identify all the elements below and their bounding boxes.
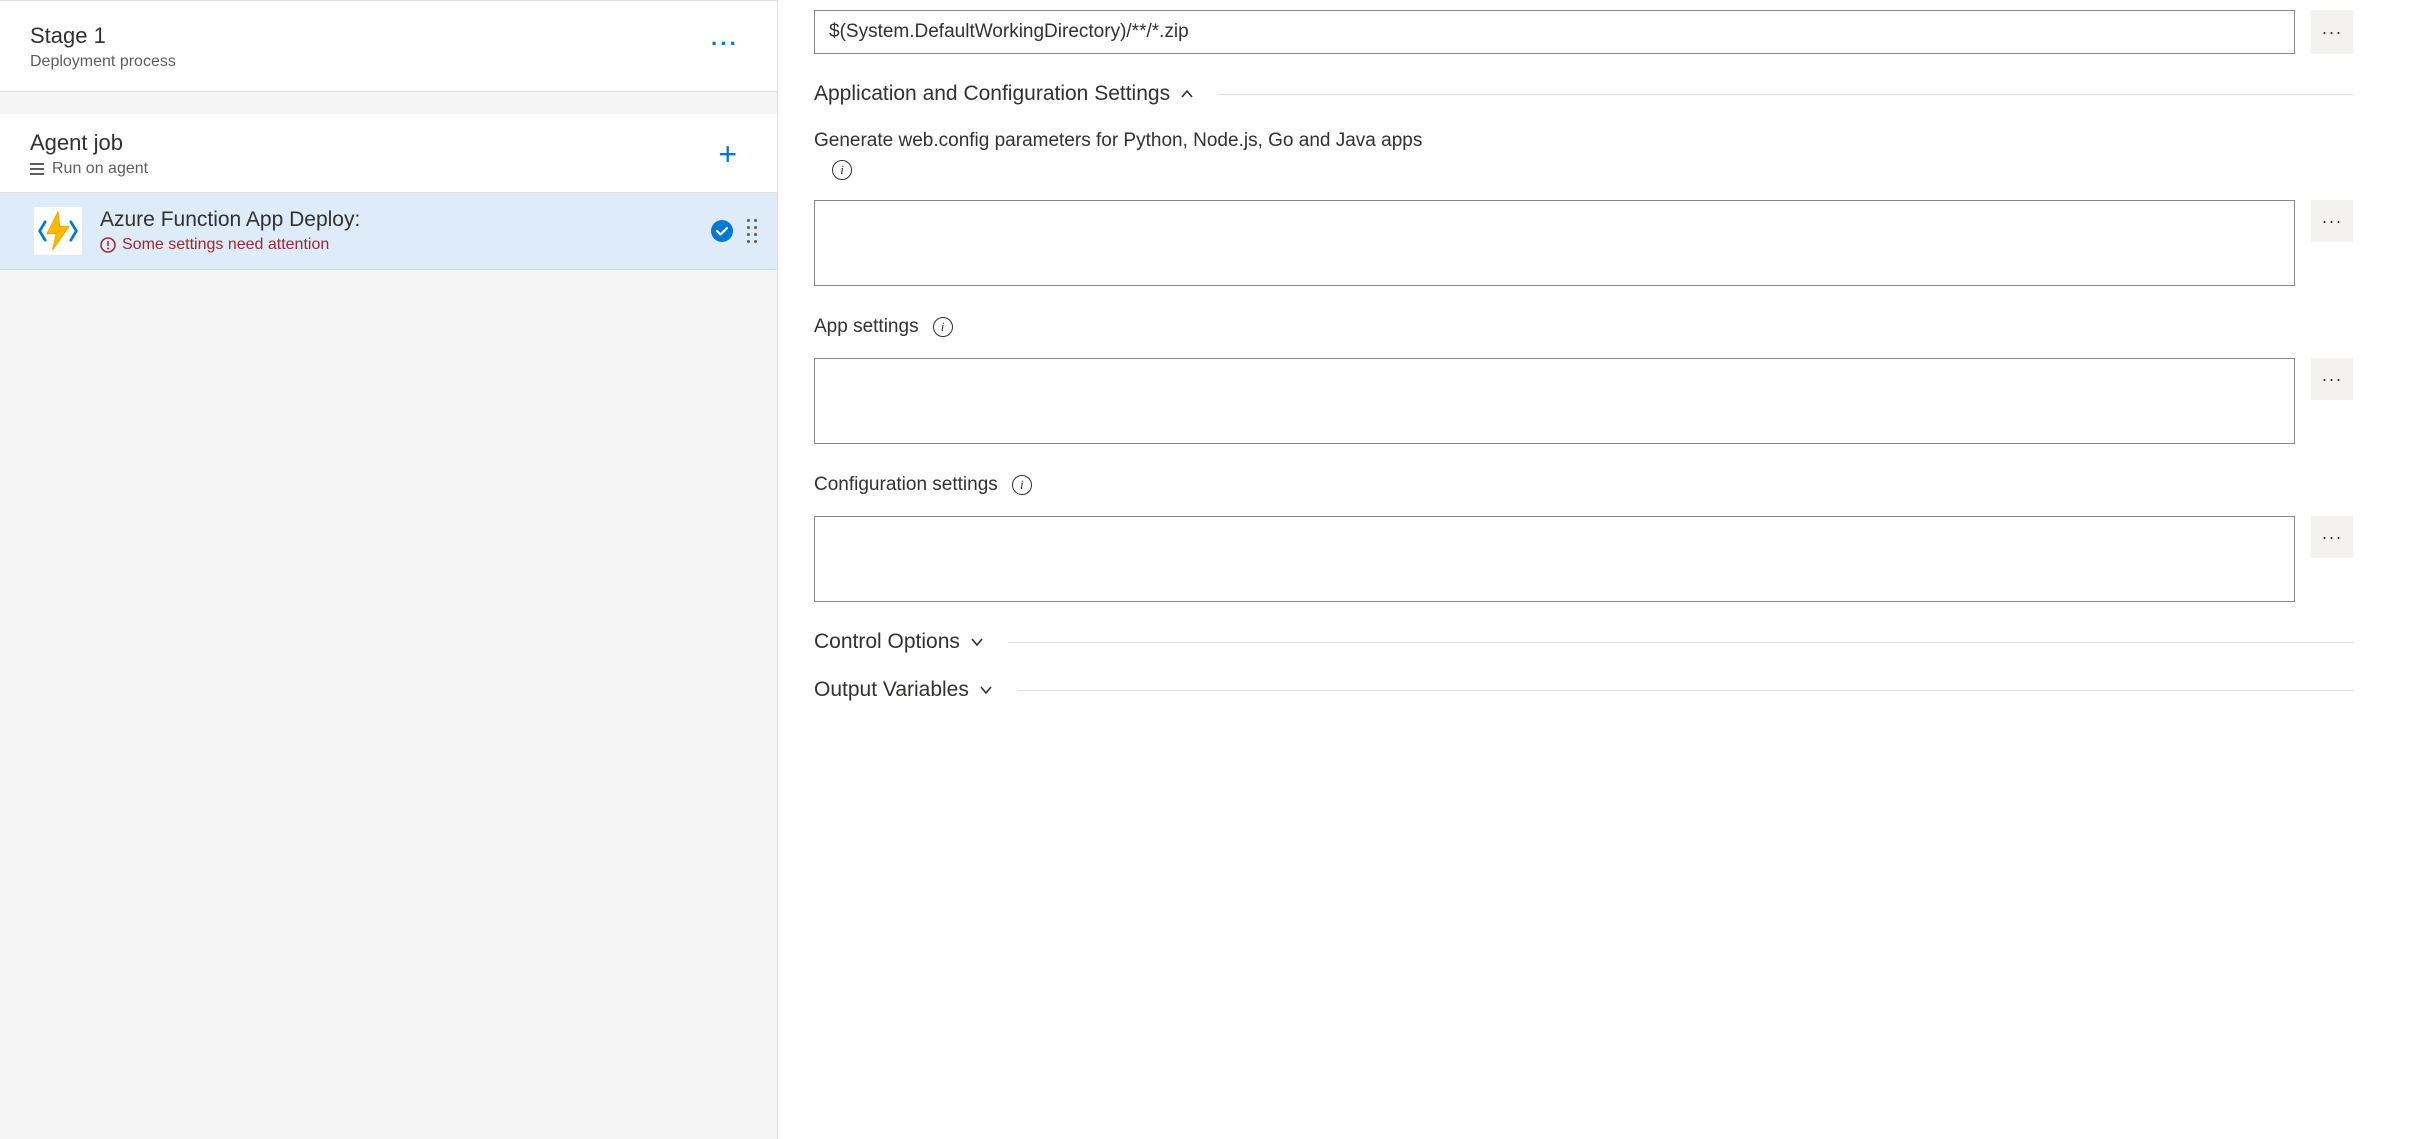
section-output-variables[interactable]: Output Variables (814, 678, 2353, 702)
browse-package-button[interactable]: ··· (2311, 10, 2353, 54)
webconfig-edit-button[interactable]: ··· (2311, 200, 2353, 242)
warning-icon (100, 237, 116, 253)
info-icon[interactable]: i (1012, 475, 1032, 495)
section-control-options-title: Control Options (814, 630, 960, 654)
section-divider (1218, 94, 2353, 95)
chevron-down-icon (970, 635, 984, 649)
configsettings-label-row: Configuration settings i (814, 474, 2353, 496)
job-title: Agent job (30, 130, 148, 156)
left-panel: Stage 1 Deployment process ··· Agent job… (0, 0, 778, 1139)
webconfig-input[interactable] (814, 200, 2295, 286)
stage-info: Stage 1 Deployment process (30, 23, 176, 71)
appsettings-edit-button[interactable]: ··· (2311, 358, 2353, 400)
section-control-options[interactable]: Control Options (814, 630, 2353, 654)
configsettings-row: ··· (814, 516, 2353, 602)
webconfig-label: Generate web.config parameters for Pytho… (814, 130, 2353, 152)
azure-function-icon (34, 207, 82, 255)
task-content: Azure Function App Deploy: Some settings… (100, 208, 693, 254)
more-actions-icon[interactable]: ··· (703, 23, 747, 65)
task-title: Azure Function App Deploy: (100, 208, 693, 232)
task-enabled-icon[interactable] (711, 220, 733, 242)
chevron-down-icon (979, 683, 993, 697)
section-app-config-title: Application and Configuration Settings (814, 82, 1170, 106)
drag-handle-icon[interactable] (747, 219, 757, 243)
appsettings-input[interactable] (814, 358, 2295, 444)
job-header[interactable]: Agent job Run on agent + (0, 114, 777, 193)
section-app-config[interactable]: Application and Configuration Settings (814, 82, 2353, 106)
package-path-input[interactable] (814, 10, 2295, 54)
chevron-up-icon (1180, 87, 1194, 101)
agent-icon (30, 163, 44, 175)
info-icon[interactable]: i (933, 317, 953, 337)
task-warning: Some settings need attention (100, 236, 693, 254)
appsettings-row: ··· (814, 358, 2353, 444)
configsettings-label: Configuration settings (814, 474, 998, 496)
configsettings-edit-button[interactable]: ··· (2311, 516, 2353, 558)
webconfig-label-block: Generate web.config parameters for Pytho… (814, 130, 2353, 180)
configsettings-input[interactable] (814, 516, 2295, 602)
appsettings-label-row: App settings i (814, 316, 2353, 338)
task-row[interactable]: Azure Function App Deploy: Some settings… (0, 193, 777, 270)
stage-title: Stage 1 (30, 23, 176, 49)
package-path-row: ··· (814, 10, 2353, 54)
section-output-variables-title: Output Variables (814, 678, 969, 702)
job-subtitle: Run on agent (30, 160, 148, 178)
job-info: Agent job Run on agent (30, 130, 148, 178)
webconfig-row: ··· (814, 200, 2353, 286)
stage-header[interactable]: Stage 1 Deployment process ··· (0, 1, 777, 92)
section-divider (1017, 690, 2353, 691)
task-warning-text: Some settings need attention (122, 236, 329, 254)
add-task-button[interactable]: + (708, 136, 747, 173)
right-panel: ··· Application and Configuration Settin… (778, 0, 2423, 1139)
appsettings-label: App settings (814, 316, 919, 338)
info-icon[interactable]: i (832, 160, 852, 180)
section-divider (1008, 642, 2353, 643)
task-actions (711, 219, 757, 243)
job-subtitle-text: Run on agent (52, 160, 148, 178)
stage-subtitle: Deployment process (30, 53, 176, 71)
